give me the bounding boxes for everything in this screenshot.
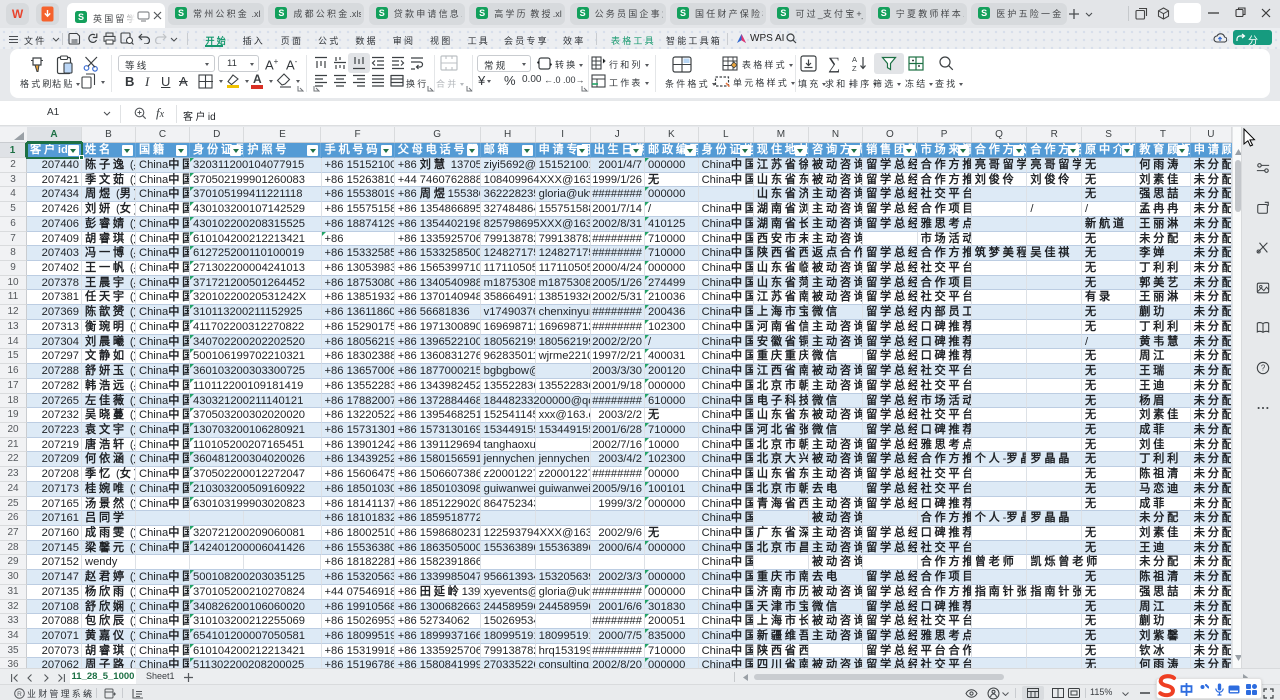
svg-text:Z: Z — [852, 64, 857, 72]
svg-text:W: W — [12, 7, 24, 21]
svg-text:A: A — [852, 55, 857, 64]
svg-text:?: ? — [1261, 364, 1266, 373]
svg-text:R: R — [17, 691, 22, 698]
